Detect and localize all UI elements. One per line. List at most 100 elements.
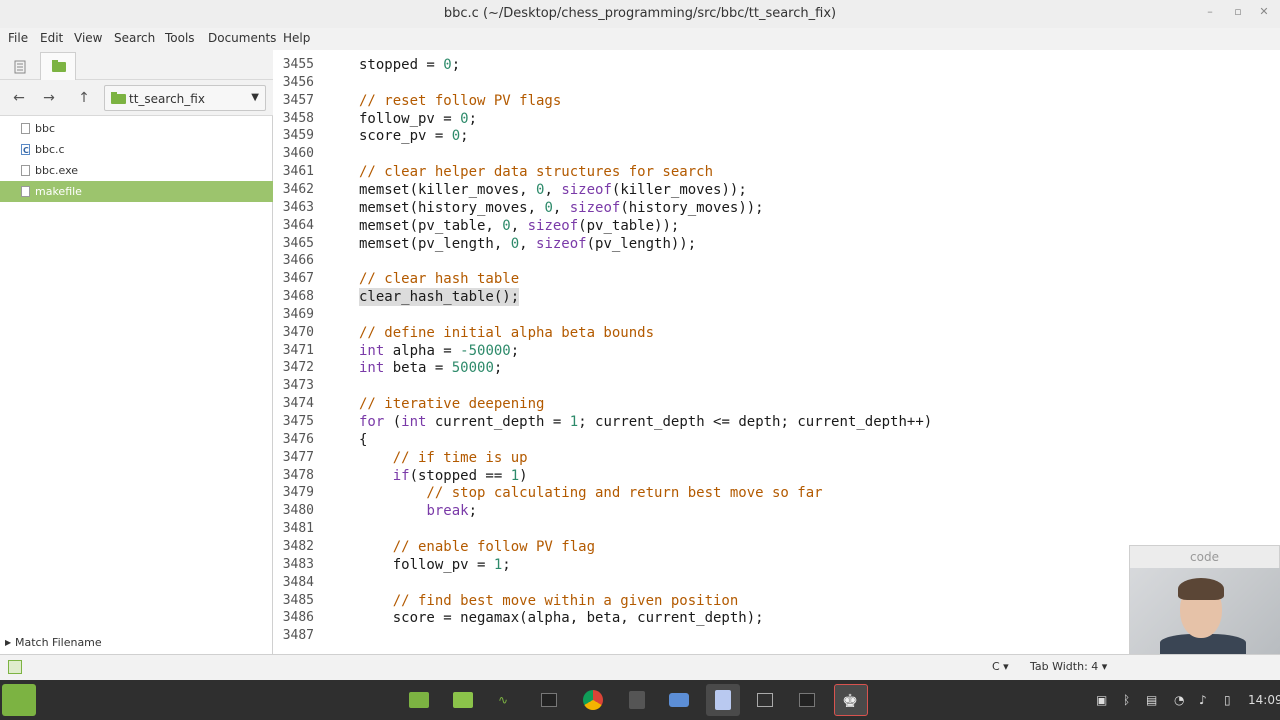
code-line[interactable]: 3468 clear_hash_table(); — [274, 288, 1280, 307]
code-line[interactable]: 3465 memset(pv_length, 0, sizeof(pv_lengt… — [274, 235, 1280, 253]
line-number: 3482 — [282, 538, 314, 554]
terminal-2-icon[interactable] — [790, 684, 824, 716]
line-number: 3475 — [282, 414, 314, 429]
window-icon[interactable] — [748, 684, 782, 716]
minimize-icon[interactable]: – — [1203, 5, 1217, 19]
terminal-icon[interactable] — [532, 684, 566, 716]
webcam-window[interactable]: code — [1129, 545, 1280, 656]
line-number: 3463 — [282, 199, 314, 215]
clock[interactable]: 14:09 — [1248, 693, 1280, 707]
menu-bar: File Edit View Search Tools Documents He… — [0, 28, 1280, 50]
menu-help[interactable]: Help — [283, 31, 310, 45]
code-line[interactable]: 3470 // define initial alpha beta bounds — [274, 324, 1280, 342]
code-text: if(stopped == 1) — [392, 467, 528, 484]
line-number: 3480 — [282, 503, 314, 519]
code-line[interactable]: 3477 // if time is up — [274, 449, 1280, 467]
forward-arrow-icon[interactable]: → — [39, 88, 59, 108]
chess-icon[interactable]: ♚ — [834, 684, 868, 716]
line-number: 3484 — [282, 574, 314, 590]
file-item-bbc-c[interactable]: bbc.c — [0, 139, 273, 161]
volume-icon[interactable]: ♪ — [1199, 693, 1207, 707]
code-line[interactable]: 3472 int beta = 50000; — [274, 359, 1280, 377]
camera-tray-icon[interactable]: ▣ — [1096, 693, 1107, 707]
code-line[interactable]: 3479 // stop calculating and return best… — [274, 484, 1280, 502]
network-icon[interactable]: ◔ — [1174, 693, 1184, 707]
code-line[interactable]: 3474 // iterative deepening — [274, 395, 1280, 413]
title-bar: bbc.c (~/Desktop/chess_programming/src/b… — [0, 0, 1280, 28]
file-item-bbc[interactable]: bbc — [0, 118, 273, 139]
chrome-icon[interactable] — [576, 684, 610, 716]
close-icon[interactable]: ✕ — [1257, 5, 1271, 19]
show-desktop-icon[interactable] — [402, 684, 436, 716]
code-text: // stop calculating and return best move… — [359, 485, 823, 502]
file-icon — [21, 186, 30, 197]
system-monitor-icon[interactable]: ∿ — [490, 684, 524, 716]
keyboard-layout-flag-icon[interactable]: ▤ — [1146, 693, 1157, 707]
code-line[interactable]: 3460 — [274, 145, 1280, 163]
files-icon[interactable] — [446, 684, 480, 716]
code-line[interactable]: 3463 memset(history_moves, 0, sizeof(hist… — [274, 199, 1280, 217]
app-window: bbc.c (~/Desktop/chess_programming/src/b… — [0, 0, 1280, 720]
tab-width-select[interactable]: Tab Width: 4 ▾ — [1030, 660, 1107, 673]
up-arrow-icon[interactable]: ↑ — [74, 88, 94, 108]
text-editor-icon[interactable] — [706, 684, 740, 716]
tab-documents[interactable] — [2, 52, 38, 80]
back-arrow-icon[interactable]: ← — [9, 88, 29, 108]
calculator-icon[interactable] — [620, 684, 654, 716]
code-text: memset(pv_length, 0, sizeof(pv_length)); — [359, 235, 697, 252]
power-icon[interactable]: ▯ — [1224, 693, 1231, 707]
maximize-icon[interactable]: ▫ — [1231, 5, 1245, 19]
menu-documents[interactable]: Documents — [208, 31, 276, 45]
file-list: bbc bbc.c bbc.exe makefile — [0, 116, 273, 202]
bluetooth-icon[interactable]: ᛒ — [1123, 693, 1130, 707]
mint-menu-icon[interactable] — [2, 684, 36, 716]
code-line[interactable]: 3462 memset(killer_moves, 0, sizeof(kille… — [274, 181, 1280, 199]
code-line[interactable]: 3461 // clear helper data structures for … — [274, 163, 1280, 181]
line-number: 3486 — [282, 610, 314, 626]
code-line[interactable]: 3458 follow_pv = 0; — [274, 110, 1280, 128]
menu-view[interactable]: View — [74, 31, 102, 45]
menu-edit[interactable]: Edit — [40, 31, 63, 45]
language-select[interactable]: C ▾ — [992, 660, 1009, 673]
code-line[interactable]: 3480 break; — [274, 502, 1280, 520]
code-text: stopped = 0; — [359, 57, 461, 73]
code-line[interactable]: 3457 // reset follow PV flags — [274, 92, 1280, 110]
code-line[interactable]: 3456 — [274, 74, 1280, 92]
tab-file-browser[interactable] — [40, 52, 76, 80]
screenshot-icon[interactable] — [662, 684, 696, 716]
line-number: 3479 — [282, 485, 314, 501]
code-text: // iterative deepening — [359, 396, 545, 413]
code-line[interactable]: 3478 if(stopped == 1) — [274, 467, 1280, 485]
code-line[interactable]: 3471 int alpha = -50000; — [274, 342, 1280, 360]
code-line[interactable]: 3473 — [274, 377, 1280, 395]
line-number: 3474 — [282, 396, 314, 412]
menu-tools[interactable]: Tools — [165, 31, 195, 45]
code-line[interactable]: 3476 { — [274, 431, 1280, 449]
file-name: bbc.c — [35, 143, 65, 156]
folder-select[interactable]: tt_search_fix ▼ — [104, 85, 266, 111]
code-line[interactable]: 3455 stopped = 0; — [274, 56, 1280, 74]
code-line[interactable]: 3459 score_pv = 0; — [274, 127, 1280, 145]
code-line[interactable]: 3469 — [274, 306, 1280, 324]
code-line[interactable]: 3475 for (int current_depth = 1; current_… — [274, 413, 1280, 431]
panel-toggle-icon[interactable] — [8, 660, 22, 674]
code-text: // define initial alpha beta bounds — [359, 324, 655, 341]
line-number: 3470 — [282, 324, 314, 340]
code-text: // enable follow PV flag — [359, 538, 596, 555]
chevron-down-icon: ▼ — [251, 92, 259, 103]
file-item-bbc-exe[interactable]: bbc.exe — [0, 160, 273, 181]
file-item-makefile[interactable]: makefile — [0, 181, 273, 202]
folder-icon — [52, 60, 66, 72]
code-text: for (int current_depth = 1; current_dept… — [359, 414, 933, 430]
file-browser-toolbar: ← → ↑ tt_search_fix ▼ — [0, 80, 273, 116]
code-line[interactable]: 3467 // clear hash table — [274, 270, 1280, 288]
code-line[interactable]: 3464 memset(pv_table, 0, sizeof(pv_table)… — [274, 217, 1280, 235]
code-line[interactable]: 3481 — [274, 520, 1280, 538]
menu-search[interactable]: Search — [114, 31, 155, 45]
line-number: 3466 — [282, 253, 314, 269]
side-panel-tabs — [0, 50, 273, 80]
code-line[interactable]: 3466 — [274, 252, 1280, 270]
menu-file[interactable]: File — [8, 31, 28, 45]
line-number: 3456 — [282, 74, 314, 90]
match-filename-toggle[interactable]: ▶ Match Filename — [0, 632, 273, 654]
